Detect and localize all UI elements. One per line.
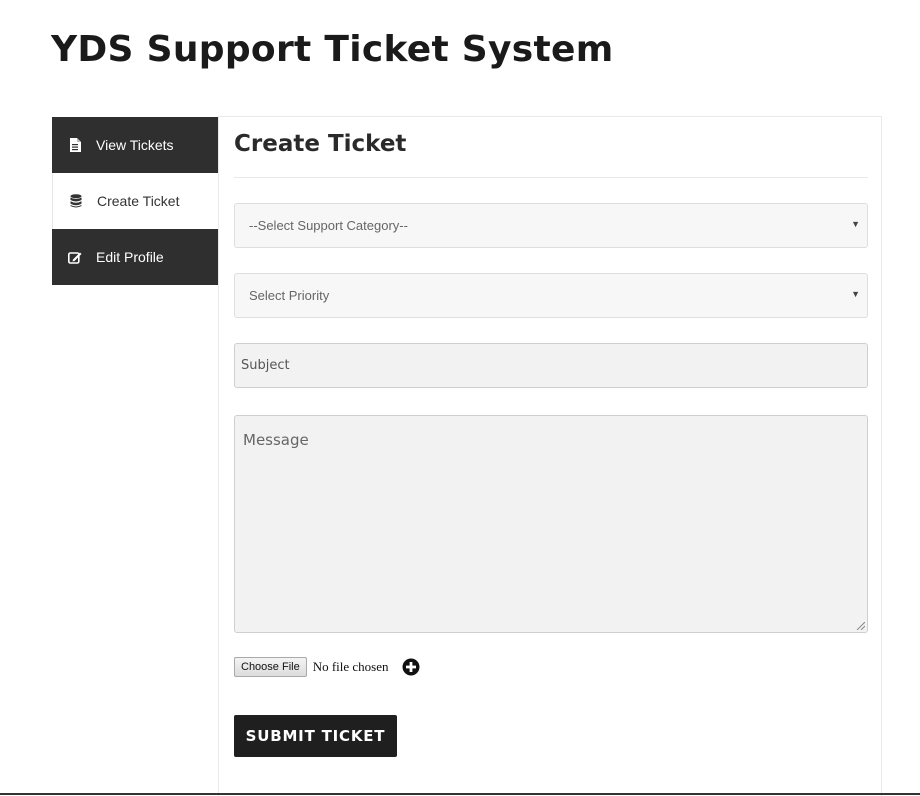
submit-ticket-button[interactable]: SUBMIT TICKET [234,715,397,757]
panel-title: Create Ticket [234,131,407,157]
divider [234,177,868,178]
select-value: Select Priority [249,288,330,303]
page-title: YDS Support Ticket System [51,29,614,70]
tab-label: View Tickets [96,137,174,153]
tab-create-ticket[interactable]: Create Ticket [52,173,219,229]
caret-down-icon: ▼ [851,219,860,229]
tab-menu: View Tickets Create Ticket Edit Profile [52,117,219,285]
edit-icon [67,249,83,265]
tab-label: Edit Profile [96,249,164,265]
tab-label: Create Ticket [97,193,180,209]
divider [0,793,920,795]
database-icon [68,193,84,209]
subject-placeholder: Subject [241,358,290,373]
tab-edit-profile[interactable]: Edit Profile [52,229,218,285]
file-status: No file chosen [312,659,389,674]
resize-handle-icon[interactable] [856,621,865,630]
plus-circle-icon[interactable] [402,658,420,676]
choose-file-button[interactable]: Choose File [234,657,307,677]
select-value: --Select Support Category-- [249,218,408,233]
file-upload-row: Choose File No file chosen [234,657,420,677]
message-textarea[interactable]: Message [234,415,868,633]
create-ticket-panel: Create Ticket --Select Support Category-… [218,116,882,796]
subject-input[interactable]: Subject [234,343,868,388]
tab-view-tickets[interactable]: View Tickets [52,117,218,173]
message-placeholder: Message [243,431,309,449]
caret-down-icon: ▼ [851,289,860,299]
priority-select[interactable]: Select Priority ▼ [234,273,868,318]
support-category-select[interactable]: --Select Support Category-- ▼ [234,203,868,248]
document-icon [67,137,83,153]
